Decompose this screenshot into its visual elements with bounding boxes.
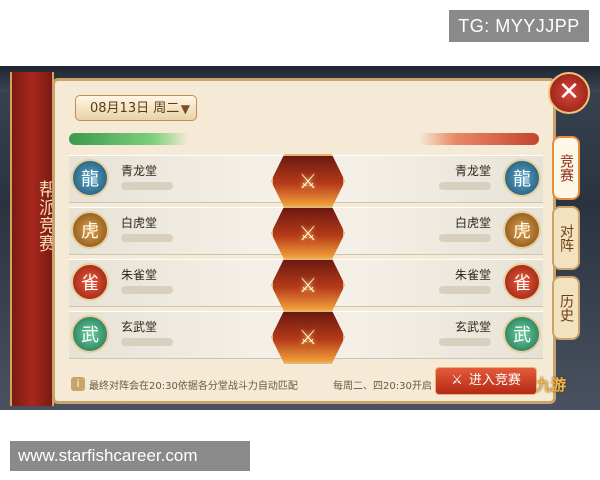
chevron-down-icon: ▼: [180, 102, 190, 116]
close-icon[interactable]: ✕: [548, 72, 590, 114]
phoenix-emblem-icon: 雀: [503, 263, 541, 301]
tiger-emblem-icon: 虎: [71, 211, 109, 249]
right-hall-detail-hidden: [439, 286, 491, 294]
right-hall-name: 白虎堂: [454, 216, 491, 230]
right-hall-name: 青龙堂: [454, 164, 491, 178]
matchup-row: 雀 朱雀堂 ⚔ 朱雀堂 雀: [69, 258, 543, 312]
right-hall-detail-hidden: [439, 338, 491, 346]
phoenix-emblem-icon: 雀: [71, 263, 109, 301]
left-hall-name: 白虎堂: [121, 216, 158, 230]
matching-info-text: 最终对阵会在20:30依据各分堂战斗力自动匹配: [89, 381, 298, 392]
crossed-swords-icon[interactable]: ⚔: [271, 258, 345, 312]
tiger-emblem-icon: 虎: [503, 211, 541, 249]
left-hall-detail-hidden: [121, 182, 173, 190]
info-icon: i: [71, 377, 85, 391]
left-hall-detail-hidden: [121, 234, 173, 242]
matchup-row: 虎 白虎堂 ⚔ 白虎堂 虎: [69, 206, 543, 260]
enter-competition-label: 进入竞赛: [468, 373, 521, 388]
left-team-bar: [69, 133, 189, 145]
crossed-swords-icon[interactable]: ⚔: [271, 154, 345, 208]
schedule-text: 每周二、四20:30开启: [333, 381, 432, 392]
game-screen: 帮派竞赛 08月13日 周二 ▼ 龍 青龙堂 ⚔ 青龙堂 龍 虎 白虎堂 ⚔ 白…: [0, 66, 600, 410]
dragon-emblem-icon: 龍: [71, 159, 109, 197]
site-watermark-badge: www.starfishcareer.com: [10, 441, 250, 471]
right-hall-name: 朱雀堂: [454, 268, 491, 282]
left-hall-name: 青龙堂: [121, 164, 158, 178]
tab-matchups[interactable]: 对阵: [552, 206, 580, 270]
tab-history[interactable]: 历史: [552, 276, 580, 340]
matchup-row: 龍 青龙堂 ⚔ 青龙堂 龍: [69, 154, 543, 208]
right-team-bar: [419, 133, 539, 145]
left-hall-name: 玄武堂: [121, 320, 158, 334]
enter-competition-button[interactable]: ⚔ 进入竞赛: [435, 367, 537, 395]
left-hall-name: 朱雀堂: [121, 268, 158, 282]
left-hall-detail-hidden: [121, 286, 173, 294]
tg-watermark-badge: TG: MYYJJPP: [449, 10, 589, 42]
competition-panel: 08月13日 周二 ▼ 龍 青龙堂 ⚔ 青龙堂 龍 虎 白虎堂 ⚔ 白虎堂 虎 …: [52, 78, 556, 404]
crossed-swords-icon[interactable]: ⚔: [271, 310, 345, 364]
right-hall-detail-hidden: [439, 234, 491, 242]
left-hall-detail-hidden: [121, 338, 173, 346]
date-selector[interactable]: 08月13日 周二 ▼: [75, 95, 197, 121]
crossed-swords-icon: ⚔: [451, 373, 463, 388]
date-selector-label: 08月13日 周二: [90, 101, 180, 116]
tortoise-emblem-icon: 武: [71, 315, 109, 353]
matchup-row: 武 玄武堂 ⚔ 玄武堂 武: [69, 310, 543, 364]
left-vertical-banner: 帮派竞赛: [10, 72, 57, 406]
crossed-swords-icon[interactable]: ⚔: [271, 206, 345, 260]
tab-competition[interactable]: 竞赛: [552, 136, 580, 200]
jiuyou-watermark: 九游: [536, 376, 567, 394]
dragon-emblem-icon: 龍: [503, 159, 541, 197]
right-hall-name: 玄武堂: [454, 320, 491, 334]
tortoise-emblem-icon: 武: [503, 315, 541, 353]
right-hall-detail-hidden: [439, 182, 491, 190]
